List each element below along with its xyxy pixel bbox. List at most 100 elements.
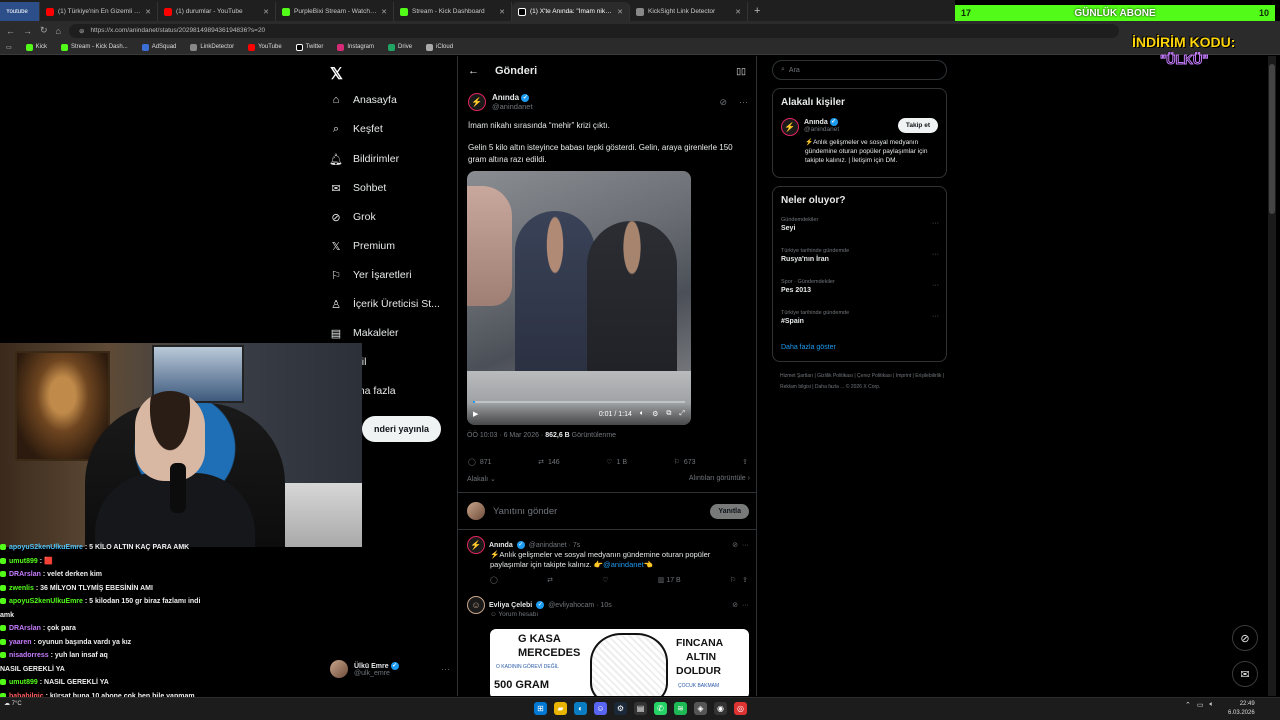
avatar[interactable]: ⚡ (468, 93, 486, 111)
volume-icon[interactable]: 🔈︎ (640, 410, 644, 418)
reply-author-handle[interactable]: @anindanet · 7s (529, 542, 580, 549)
more-icon[interactable]: ··· (932, 251, 939, 258)
windows-start-icon[interactable]: ⊞ (534, 702, 547, 715)
reply-action[interactable]: ◯ 871 (468, 458, 492, 467)
more-icon[interactable]: ··· (739, 97, 748, 107)
mention-link[interactable]: @anindanet (603, 560, 644, 569)
more-icon[interactable]: ··· (742, 602, 749, 609)
weather-widget[interactable]: ☁ 7°C (4, 700, 22, 708)
meme-image[interactable]: G KASA MERCEDES O KADININ GÖREVİ DEĞİL 5… (490, 629, 749, 696)
trend-item[interactable]: Türkiye tarihinde gündemde #Spain ··· (781, 310, 939, 325)
reply-input[interactable]: Yanıtını gönder (493, 506, 557, 517)
retweet-icon[interactable]: ⇄ (547, 576, 553, 584)
nav-bookmarks[interactable]: ⚐ Yer İşaretleri (330, 269, 412, 282)
reply-tweet[interactable]: ⚡ Anında ✓ @anindanet · 7s ⊘ ··· ⚡Anlık … (458, 536, 756, 584)
taskbar-clock[interactable]: 22:49 6.03.2026 (1228, 700, 1255, 718)
settings-icon[interactable]: ⚙ (652, 410, 658, 418)
chat-username[interactable]: apoyuS2kenUlkuEmre (9, 544, 83, 551)
footer-links[interactable]: Hizmet Şartları | Gizlilik Politikası | … (780, 371, 950, 393)
close-tab-icon[interactable]: ✕ (145, 8, 151, 16)
chat-username[interactable]: umut899 (9, 558, 38, 565)
avatar[interactable]: ⚡ (467, 536, 485, 554)
reply-icon[interactable]: ◯ (490, 576, 498, 584)
chat-username[interactable]: apoyuS2kenUlkuEmre (9, 598, 83, 605)
bookmark-item[interactable]: Instagram (337, 43, 374, 51)
chat-username[interactable]: DRArslan (9, 571, 41, 578)
close-tab-icon[interactable]: ✕ (381, 8, 387, 16)
fullscreen-icon[interactable]: ⤢ (679, 410, 685, 418)
messages-icon[interactable]: ✉ (1232, 661, 1258, 687)
close-tab-icon[interactable]: ✕ (499, 8, 505, 16)
bookmark-item[interactable]: Stream - Kick Dash... (61, 43, 128, 51)
more-icon[interactable]: ··· (932, 220, 939, 227)
reader-mode-icon[interactable]: ▯▯ (736, 66, 746, 77)
network-icon[interactable]: ⌃ (1185, 701, 1191, 709)
related-dropdown[interactable]: Alakalı ⌄ (467, 475, 496, 483)
bookmark-item[interactable]: iCloud (426, 43, 453, 51)
browser-tab[interactable]: PurpleBixi Stream - Watch Liv ✕ (276, 2, 394, 21)
trend-item[interactable]: Gündemdekiler Seyi ··· (781, 217, 939, 232)
reply-author-name[interactable]: Evliya Çelebi (489, 602, 532, 609)
browser-tab[interactable]: (1) durumlar - YouTube ✕ (158, 2, 276, 21)
bookmark-item[interactable]: Drive (388, 43, 412, 51)
x-logo-icon[interactable]: 𝕏 (330, 64, 343, 84)
page-scrollbar[interactable] (1268, 56, 1276, 696)
home-icon[interactable]: ⌂ (56, 26, 61, 36)
bookmark-item[interactable]: Kick (25, 43, 47, 51)
close-tab-icon[interactable]: ✕ (263, 8, 269, 16)
account-switcher[interactable]: Ülkü Emre ✓ @ulk_emre ··· (330, 660, 450, 678)
app-icon[interactable]: ◈ (694, 702, 707, 715)
bookmark-item[interactable]: Twitter (295, 43, 323, 51)
volume-icon[interactable]: 🔈︎ (1210, 701, 1214, 709)
chat-username[interactable]: yaaren (9, 639, 32, 646)
more-icon[interactable]: ··· (742, 542, 749, 549)
more-icon[interactable]: ··· (932, 313, 939, 320)
obs-icon[interactable]: ◉ (714, 702, 727, 715)
close-tab-icon[interactable]: ✕ (617, 8, 623, 16)
scrollbar-thumb[interactable] (1269, 64, 1275, 214)
reload-icon[interactable]: ↻ (40, 25, 48, 36)
browser-tab-active[interactable]: (1) X'te Anında: "İmam nikahı sıras✕ (512, 2, 630, 21)
reply-button[interactable]: Yanıtla (710, 503, 749, 519)
bookmark-item[interactable]: AdSquad (141, 43, 176, 51)
nav-creator-studio[interactable]: ♙ İçerik Üreticisi St... (330, 298, 440, 311)
bookmark-action[interactable]: ⚐ 673 (674, 458, 696, 467)
related-person[interactable]: ⚡ Anında ✓ @anindanet Takip et (781, 118, 938, 136)
grok-icon[interactable]: ⊘ (1232, 625, 1258, 651)
browser-tab[interactable]: KickSight Link Detector ✕ (630, 2, 748, 21)
nav-chat[interactable]: ✉ Sohbet (330, 182, 386, 195)
app-icon[interactable]: ▤ (634, 702, 647, 715)
tweet-video[interactable]: ▶ 0:01 / 1:14 🔈︎ ⚙ ⧉ ⤢ (467, 171, 691, 425)
edge-icon[interactable]: ◐ (574, 702, 587, 715)
related-handle[interactable]: @anindanet (804, 126, 839, 133)
avatar[interactable]: ⚡ (781, 118, 799, 136)
nav-premium[interactable]: 𝕏 Premium (330, 240, 395, 253)
tweet-author-handle[interactable]: @anindanet (492, 102, 533, 111)
show-more-link[interactable]: Daha fazla göster (781, 344, 836, 351)
trend-item[interactable]: Spor · Gündemdekiler Pes 2013 ··· (781, 279, 939, 294)
tweet-author-name[interactable]: Anında ✓ (492, 93, 533, 102)
back-arrow-icon[interactable]: ← (468, 65, 479, 77)
wifi-icon[interactable]: ▭ (1197, 701, 1204, 709)
nav-notifications[interactable]: 🔔︎ Bildirimler (329, 153, 399, 166)
nav-explore[interactable]: ⌕ Keşfet (330, 123, 383, 136)
back-icon[interactable]: ← (6, 26, 15, 36)
browser-tab[interactable]: Stream - Kick Dashboard ✕ (394, 2, 512, 21)
browser-tab[interactable]: (1) Türkiye'nin En Gizemli Olayı: Tür✕ (40, 2, 158, 21)
spotify-icon[interactable]: ≋ (674, 702, 687, 715)
bookmark-apps-icon[interactable]: ▭ (6, 44, 12, 51)
views-action[interactable]: ▥ 17 B (658, 576, 681, 584)
trend-item[interactable]: Türkiye tarihinde gündemde Rusya'nın İran… (781, 248, 939, 263)
reply-author-name[interactable]: Anında (489, 542, 513, 549)
more-icon[interactable]: ··· (932, 282, 939, 289)
heart-icon[interactable]: ♡ (602, 576, 608, 584)
site-info-icon[interactable]: ⊜ (79, 27, 84, 35)
pip-icon[interactable]: ⧉ (666, 410, 671, 418)
url-field[interactable]: ⊜ https://x.com/anindanet/status/20298149… (68, 23, 1119, 38)
reply-tweet[interactable]: ☺ Evliya Çelebi ✓ @evliyahocam · 10s ⊘ ·… (458, 596, 756, 618)
post-button[interactable]: nderi yayınla (362, 416, 441, 442)
discord-icon[interactable]: ☺ (594, 702, 607, 715)
reply-author-handle[interactable]: @evliyahocam · 10s (548, 602, 612, 609)
share-icon[interactable]: ⇪ (742, 458, 748, 466)
related-name[interactable]: Anında ✓ (804, 118, 839, 126)
